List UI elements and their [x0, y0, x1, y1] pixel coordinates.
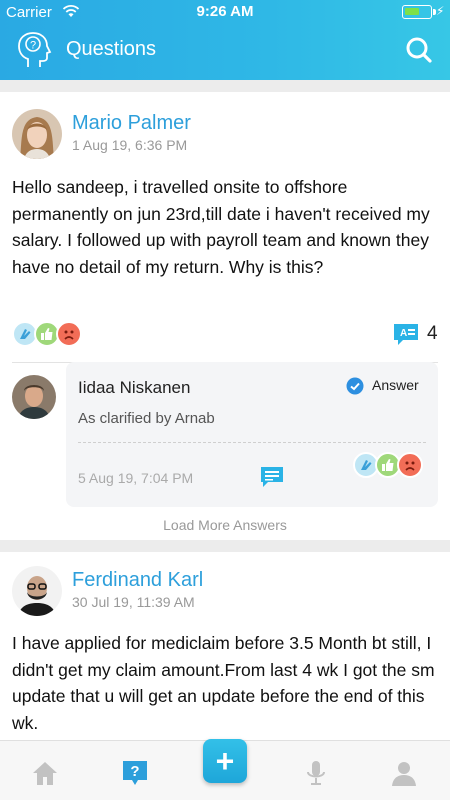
page-title: Questions	[66, 38, 157, 60]
question-head-icon: ?	[18, 32, 52, 67]
battery-icon	[402, 5, 432, 19]
question-author[interactable]: Mario Palmer	[72, 112, 191, 135]
question-author[interactable]: Ferdinand Karl	[72, 569, 203, 592]
question-text: Hello sandeep, i travelled onsite to off…	[12, 177, 430, 277]
app-header: Carrier 9:26 AM ⚡ ? Questions	[0, 0, 450, 80]
verified-check-icon	[346, 377, 364, 395]
answer-badge: Answer	[372, 377, 419, 393]
answers-icon[interactable]: A	[393, 323, 419, 347]
sad-reaction-icon	[397, 452, 423, 478]
question-date: 30 Jul 19, 11:39 AM	[72, 594, 195, 610]
status-bar: Carrier 9:26 AM ⚡	[0, 0, 450, 24]
svg-text:?: ?	[130, 763, 139, 780]
load-more-answers-link[interactable]: Load More Answers	[0, 517, 450, 533]
answer-author[interactable]: Iidaa Niskanen	[78, 378, 190, 398]
bottom-tab-bar: ? +	[0, 739, 450, 800]
question-text: I have applied for mediclaim before 3.5 …	[12, 633, 435, 733]
avatar[interactable]	[12, 566, 62, 616]
status-time: 9:26 AM	[196, 3, 254, 20]
question-date: 1 Aug 19, 6:36 PM	[72, 137, 188, 153]
home-icon[interactable]	[31, 759, 59, 787]
reaction-summary[interactable]	[12, 321, 88, 351]
question-card[interactable]: Ferdinand Karl 30 Jul 19, 11:39 AM I hav…	[0, 552, 450, 740]
answerer-avatar[interactable]	[12, 375, 56, 419]
microphone-icon[interactable]	[302, 759, 330, 787]
svg-text:A: A	[400, 328, 407, 339]
answer-count: 4	[427, 323, 438, 344]
question-card[interactable]: Mario Palmer 1 Aug 19, 6:36 PM Hello san…	[0, 92, 450, 540]
add-icon: +	[215, 743, 235, 779]
comment-icon[interactable]	[260, 466, 284, 488]
questions-icon[interactable]: ?	[121, 759, 149, 787]
answer-text: As clarified by Arnab	[78, 410, 215, 427]
answer-reaction-summary[interactable]	[353, 452, 429, 482]
svg-text:?: ?	[30, 40, 36, 52]
add-question-button[interactable]: +	[203, 739, 247, 783]
search-icon[interactable]	[405, 36, 433, 64]
answer-divider	[78, 442, 426, 443]
sad-reaction-icon	[56, 321, 82, 347]
answer-date: 5 Aug 19, 7:04 PM	[78, 470, 194, 486]
avatar[interactable]	[12, 109, 62, 159]
profile-icon[interactable]	[390, 759, 418, 787]
charging-icon: ⚡	[436, 4, 445, 18]
answer-card[interactable]: Iidaa Niskanen Answer As clarified by Ar…	[66, 362, 438, 507]
question-feed[interactable]: Mario Palmer 1 Aug 19, 6:36 PM Hello san…	[0, 80, 450, 740]
